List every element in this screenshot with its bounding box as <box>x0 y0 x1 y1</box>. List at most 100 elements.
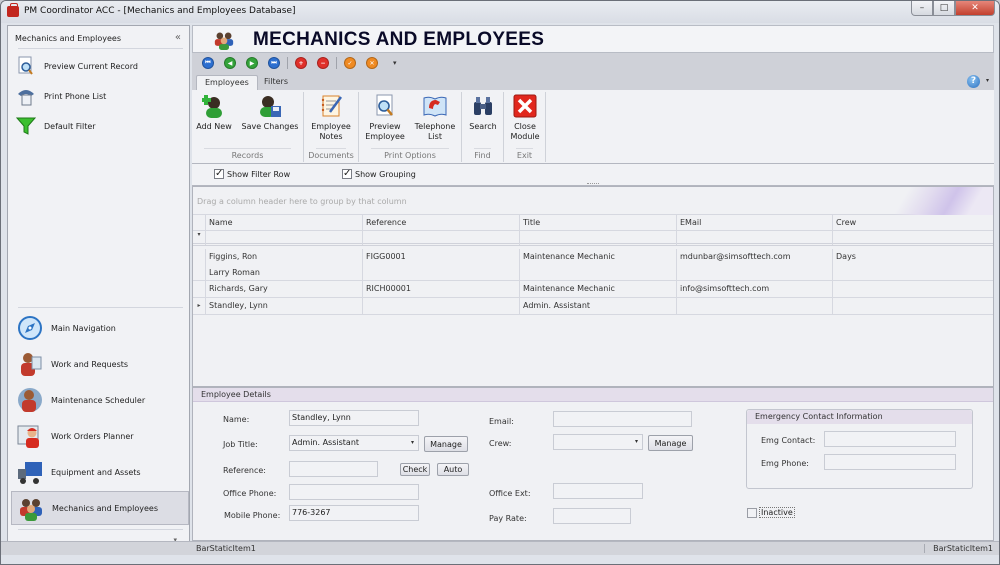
nav-work-orders-planner[interactable]: Work Orders Planner <box>11 419 189 453</box>
last-record-button[interactable]: ⏭ <box>268 57 280 69</box>
emergency-contact-group: Emergency Contact Information Emg Contac… <box>746 409 973 489</box>
cell-title: Maintenance Mechanic <box>519 281 676 297</box>
group-label: Records <box>231 151 264 160</box>
filter-cell-email[interactable] <box>676 231 832 245</box>
nav-main-navigation[interactable]: Main Navigation <box>11 311 189 345</box>
filter-cell-name[interactable] <box>205 231 362 245</box>
reference-field[interactable] <box>289 461 378 477</box>
tab-employees[interactable]: Employees <box>196 75 258 90</box>
help-dropdown-icon[interactable]: ▾ <box>986 77 989 84</box>
manage-crew-button[interactable]: Manage <box>648 435 693 451</box>
help-icon[interactable]: ? <box>967 75 980 88</box>
column-header-email[interactable]: EMail <box>676 215 832 231</box>
task-label: Default Filter <box>44 121 96 131</box>
save-user-icon <box>258 94 282 118</box>
employee-notes-button[interactable]: Employee Notes <box>308 94 354 142</box>
nav-equipment-and-assets[interactable]: Equipment and Assets <box>11 455 189 489</box>
nav-work-and-requests[interactable]: Work and Requests <box>11 347 189 381</box>
worker-icon <box>17 351 43 377</box>
collapse-sidebar-icon[interactable]: « <box>175 32 181 43</box>
column-header-name[interactable]: Name <box>205 215 362 231</box>
next-record-button[interactable]: ▶ <box>246 57 258 69</box>
close-module-button[interactable]: Close Module <box>508 94 542 142</box>
search-button[interactable]: Search <box>466 94 500 132</box>
preview-employee-label: Preview Employee <box>365 122 405 141</box>
crew-label: Crew: <box>489 439 512 448</box>
group-by-panel[interactable]: Drag a column header here to group by th… <box>193 187 993 215</box>
column-header-reference[interactable]: Reference <box>362 215 519 231</box>
column-header-crew[interactable]: Crew <box>832 215 993 231</box>
auto-reference-button[interactable]: Auto <box>437 463 469 476</box>
checkbox-box[interactable]: ✓ <box>342 169 352 179</box>
preview-employee-button[interactable]: Preview Employee <box>363 94 407 142</box>
name-label: Name: <box>223 415 250 424</box>
minimize-button[interactable]: – <box>911 1 933 16</box>
label-line: Preview <box>369 122 401 131</box>
check-reference-button[interactable]: Check <box>400 463 430 476</box>
telephone-book-icon <box>423 94 447 118</box>
pay-rate-field[interactable] <box>553 508 631 524</box>
cell-name-secondary: Larry Roman <box>205 265 362 281</box>
office-phone-field[interactable] <box>289 484 419 500</box>
telephone-list-button[interactable]: Telephone List <box>411 94 459 142</box>
search-label: Search <box>469 122 497 131</box>
checkbox-box[interactable] <box>747 507 757 518</box>
nav-mechanics-and-employees[interactable]: Mechanics and Employees <box>11 491 189 525</box>
task-print-phone-list[interactable]: Print Phone List <box>16 83 186 109</box>
task-label: Print Phone List <box>44 91 107 101</box>
checkbox-box[interactable]: ✓ <box>214 169 224 179</box>
ribbon-group-records: Add New Save Changes Records <box>192 92 304 162</box>
cell-reference <box>362 298 519 314</box>
save-changes-button[interactable]: Save Changes <box>238 94 302 132</box>
email-field[interactable] <box>553 411 692 427</box>
close-window-button[interactable]: ✕ <box>955 1 995 16</box>
emg-phone-label: Emg Phone: <box>761 459 809 468</box>
manage-job-title-button[interactable]: Manage <box>424 436 468 452</box>
job-title-value: Admin. Assistant <box>292 438 360 447</box>
window-bottom-border <box>1 555 999 564</box>
label-line: Notes <box>319 132 343 141</box>
save-record-button[interactable]: ✓ <box>344 57 356 69</box>
filter-cell-reference[interactable] <box>362 231 519 245</box>
cancel-record-button[interactable]: ✕ <box>366 57 378 69</box>
filter-row: ▾ <box>193 231 993 246</box>
mobile-phone-field[interactable]: 776-3267 <box>289 505 419 521</box>
add-new-button[interactable]: Add New <box>196 94 232 132</box>
ribbon-group-documents: Employee Notes Documents <box>304 92 359 162</box>
delete-record-button[interactable]: − <box>317 57 329 69</box>
truck-icon <box>17 459 43 485</box>
mobile-phone-label: Mobile Phone: <box>224 511 281 520</box>
office-ext-field[interactable] <box>553 483 643 499</box>
show-grouping-checkbox[interactable]: ✓ Show Grouping <box>342 169 416 179</box>
details-header: Employee Details <box>193 388 993 402</box>
customize-toolbar-icon[interactable]: ▾ <box>393 59 397 67</box>
filter-cell-crew[interactable] <box>832 231 993 245</box>
name-field[interactable]: Standley, Lynn <box>289 410 419 426</box>
emg-contact-field[interactable] <box>824 431 956 447</box>
toolbar-separator <box>287 57 288 69</box>
ribbon-group-find: Search Find <box>462 92 504 162</box>
tab-filters[interactable]: Filters <box>256 75 296 90</box>
filter-cell-title[interactable] <box>519 231 676 245</box>
nav-maintenance-scheduler[interactable]: Maintenance Scheduler <box>11 383 189 417</box>
task-preview-current-record[interactable]: Preview Current Record <box>16 53 186 79</box>
crew-select[interactable]: ▾ <box>553 434 643 450</box>
first-record-button[interactable]: ⏮ <box>202 57 214 69</box>
splitter-handle[interactable] <box>587 183 599 185</box>
previous-record-button[interactable]: ◀ <box>224 57 236 69</box>
job-title-select[interactable]: Admin. Assistant ▾ <box>289 435 419 451</box>
filter-icon <box>15 116 37 136</box>
emg-phone-field[interactable] <box>824 454 956 470</box>
add-record-button[interactable]: + <box>295 57 307 69</box>
table-row[interactable]: Figgins, Ron Larry Roman FIGG0001 Mainte… <box>193 248 993 281</box>
employees-grid: Drag a column header here to group by th… <box>192 186 994 387</box>
show-filter-row-checkbox[interactable]: ✓ Show Filter Row <box>214 169 290 179</box>
table-row-current[interactable]: ▸ Standley, Lynn Admin. Assistant <box>193 298 993 315</box>
maximize-button[interactable]: □ <box>933 1 955 16</box>
task-default-filter[interactable]: Default Filter <box>15 113 186 139</box>
check-icon: ✓ <box>347 59 353 67</box>
column-header-title[interactable]: Title <box>519 215 676 231</box>
table-row[interactable]: Richards, Gary RICH00001 Maintenance Mec… <box>193 281 993 298</box>
add-user-icon <box>201 94 226 118</box>
inactive-checkbox[interactable]: Inactive <box>747 507 795 518</box>
